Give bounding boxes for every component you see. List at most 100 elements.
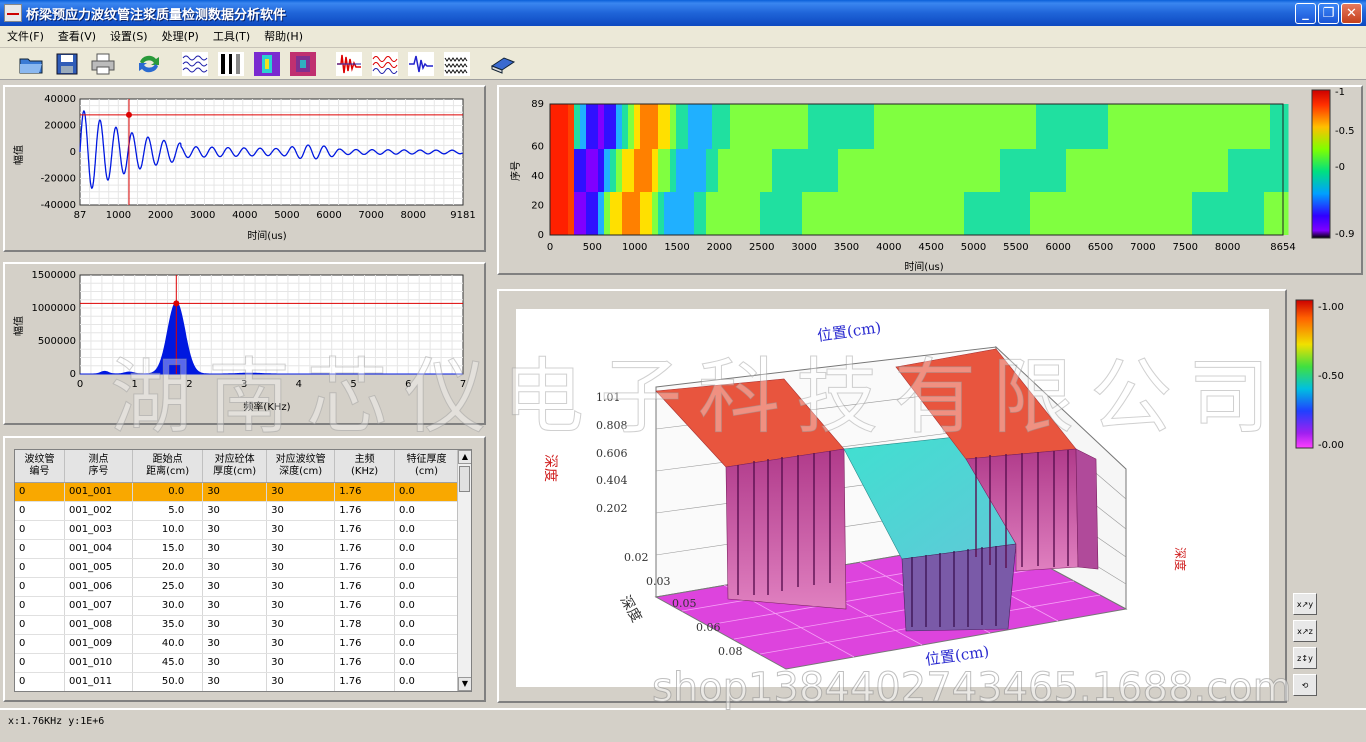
table-row[interactable]: 0 001_002 5.0 30 30 1.76 0.0 bbox=[15, 501, 459, 521]
xy-view-icon: x↗y bbox=[1296, 599, 1314, 609]
table-cell: 0 bbox=[15, 558, 65, 578]
print-button[interactable] bbox=[88, 50, 118, 78]
intensity-xtick: 2500 bbox=[749, 242, 774, 253]
time-xtick: 6000 bbox=[316, 210, 341, 221]
surface-3d: 1.01 0.808 0.606 0.404 0.202 0.02 0.030.05 0.0… bbox=[542, 318, 1188, 670]
freq-ylabel: 幅值 bbox=[12, 316, 25, 336]
maximize-button[interactable]: ❐ bbox=[1318, 3, 1339, 24]
table-row[interactable]: 0 001_003 10.0 30 30 1.76 0.0 bbox=[15, 520, 459, 540]
menu-help[interactable]: 帮助(H) bbox=[257, 26, 310, 48]
surface-depth-tick: 0.08 bbox=[718, 645, 743, 658]
time-xtick: 3000 bbox=[190, 210, 215, 221]
surface-depth-tick: 0.02 bbox=[624, 551, 649, 564]
table-header[interactable]: 对应砼体 厚度(cm) bbox=[202, 450, 268, 483]
table-header[interactable]: 距始点 距离(cm) bbox=[132, 450, 204, 483]
table-header[interactable]: 对应波纹管 深度(cm) bbox=[266, 450, 336, 483]
dense-wave-button[interactable] bbox=[442, 50, 472, 78]
surface-canvas[interactable]: 1.01 0.808 0.606 0.404 0.202 0.02 0.03 0.05 0.0… bbox=[516, 309, 1269, 687]
color-map-button[interactable] bbox=[252, 50, 282, 78]
red-wave-button[interactable] bbox=[334, 50, 364, 78]
multi-wave-button[interactable] bbox=[370, 50, 400, 78]
rotate-view-button[interactable]: ⟲ bbox=[1293, 674, 1317, 696]
table-row[interactable]: 0 001_007 30.0 30 30 1.76 0.0 bbox=[15, 596, 459, 616]
result-table[interactable]: 波纹管 编号 测点 序号 距始点 距离(cm) 对应砼体 厚度(cm) 对应波纹管 深度(cm) 主… bbox=[14, 449, 472, 692]
surface-z-tick: 0.808 bbox=[596, 419, 628, 432]
book-button[interactable] bbox=[488, 50, 518, 78]
table-cell: 0.0 bbox=[394, 520, 459, 540]
time-xtick: 87 bbox=[74, 210, 87, 221]
close-button[interactable]: ✕ bbox=[1341, 3, 1362, 24]
intensity-map[interactable] bbox=[550, 104, 1289, 235]
time-ylabel: 幅值 bbox=[12, 145, 25, 165]
table-row[interactable]: 0 001_001 0.0 30 30 1.76 0.0 bbox=[15, 482, 459, 502]
open-button[interactable] bbox=[16, 50, 46, 78]
table-cell: 0 bbox=[15, 634, 65, 654]
table-cell: 001_008 bbox=[64, 615, 134, 635]
intensity-xtick: 6500 bbox=[1088, 242, 1113, 253]
table-row[interactable]: 0 001_008 35.0 30 30 1.78 0.0 bbox=[15, 615, 459, 635]
refresh-button[interactable] bbox=[134, 50, 164, 78]
freq-ytick: 500000 bbox=[38, 336, 76, 347]
menu-view[interactable]: 查看(V) bbox=[51, 26, 103, 48]
table-row[interactable]: 0 001_010 45.0 30 30 1.76 0.0 bbox=[15, 653, 459, 673]
color-map-3d-icon bbox=[290, 51, 316, 76]
menu-settings[interactable]: 设置(S) bbox=[103, 26, 155, 48]
table-header[interactable]: 特征厚度 (cm) bbox=[394, 450, 459, 483]
table-cell: 0.0 bbox=[394, 577, 459, 597]
dual-wave-button[interactable] bbox=[216, 50, 246, 78]
surface-scale-tick: -0.00 bbox=[1318, 440, 1344, 451]
zy-view-button[interactable]: z↕y bbox=[1293, 647, 1317, 669]
time-cursor-point[interactable] bbox=[125, 111, 132, 118]
time-ytick: 0 bbox=[70, 147, 76, 158]
color-map-3d-button[interactable] bbox=[288, 50, 318, 78]
cursor-readout: x:1.76KHz y:1E+6 bbox=[8, 716, 105, 727]
table-scrollbar[interactable]: ▲ ▼ bbox=[457, 450, 471, 691]
table-cell: 1.76 bbox=[334, 558, 395, 578]
time-xtick: 7000 bbox=[358, 210, 383, 221]
xz-view-button[interactable]: x↗z bbox=[1293, 620, 1317, 642]
table-cell: 1.76 bbox=[334, 672, 395, 691]
scroll-thumb[interactable] bbox=[459, 466, 470, 492]
table-row[interactable]: 0 001_004 15.0 30 30 1.76 0.0 bbox=[15, 539, 459, 559]
intensity-xtick: 7500 bbox=[1173, 242, 1198, 253]
menu-file[interactable]: 文件(F) bbox=[0, 26, 51, 48]
table-cell: 10.0 bbox=[132, 520, 204, 540]
table-cell: 001_007 bbox=[64, 596, 134, 616]
time-xtick: 2000 bbox=[148, 210, 173, 221]
table-cell: 0 bbox=[15, 615, 65, 635]
table-cell: 0 bbox=[15, 520, 65, 540]
table-cell: 30 bbox=[266, 558, 336, 578]
minimize-button[interactable]: _ bbox=[1295, 3, 1316, 24]
zy-view-icon: z↕y bbox=[1297, 653, 1313, 663]
spectrum-button[interactable] bbox=[406, 50, 436, 78]
time-ytick: 20000 bbox=[44, 121, 76, 132]
intensity-xtick: 5000 bbox=[961, 242, 986, 253]
table-header[interactable]: 波纹管 编号 bbox=[15, 450, 65, 483]
xy-view-button[interactable]: x↗y bbox=[1293, 593, 1317, 615]
table-cell: 1.76 bbox=[334, 596, 395, 616]
menu-process[interactable]: 处理(P) bbox=[155, 26, 206, 48]
table-header[interactable]: 测点 序号 bbox=[64, 450, 134, 483]
table-row[interactable]: 0 001_005 20.0 30 30 1.76 0.0 bbox=[15, 558, 459, 578]
table-row[interactable]: 0 001_009 40.0 30 30 1.76 0.0 bbox=[15, 634, 459, 654]
intensity-xtick: 3500 bbox=[834, 242, 859, 253]
table-row[interactable]: 0 001_006 25.0 30 30 1.76 0.0 bbox=[15, 577, 459, 597]
intensity-ytick: 40 bbox=[531, 171, 544, 182]
save-button[interactable] bbox=[52, 50, 82, 78]
table-cell: 001_004 bbox=[64, 539, 134, 559]
table-cell: 1.76 bbox=[334, 520, 395, 540]
surface-z-tick: 0.404 bbox=[596, 474, 628, 487]
table-header[interactable]: 主频 (KHz) bbox=[334, 450, 395, 483]
time-xtick: 8000 bbox=[401, 210, 426, 221]
scroll-up-icon[interactable]: ▲ bbox=[458, 450, 471, 464]
surface-z-tick: 0.606 bbox=[596, 447, 628, 460]
menu-tools[interactable]: 工具(T) bbox=[206, 26, 257, 48]
table-cell: 30 bbox=[202, 615, 268, 635]
table-row[interactable]: 0 001_011 50.0 30 30 1.76 0.0 bbox=[15, 672, 459, 691]
raw-wave-button[interactable] bbox=[180, 50, 210, 78]
scroll-down-icon[interactable]: ▼ bbox=[458, 677, 471, 691]
time-chart-panel: 40000 20000 0 -20000 -40000 87 1000 2000 3000 40… bbox=[3, 85, 486, 252]
freq-cursor-point[interactable] bbox=[173, 300, 180, 307]
table-cell: 30 bbox=[202, 520, 268, 540]
table-cell: 1.78 bbox=[334, 615, 395, 635]
